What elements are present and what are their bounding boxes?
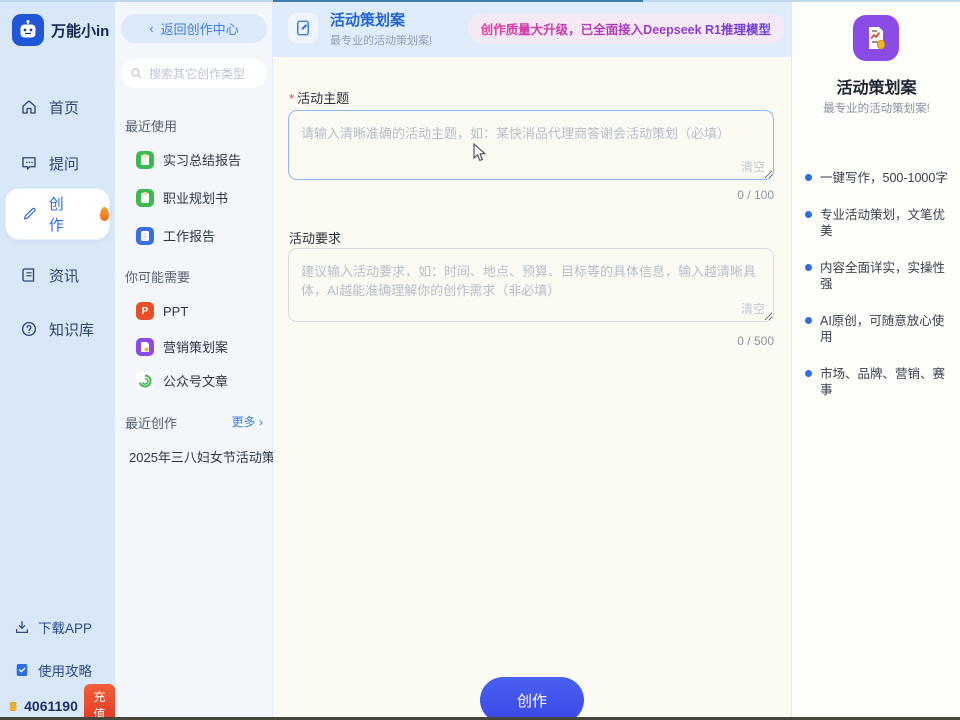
catalog-item-label: 职业规划书: [163, 191, 229, 206]
brand-name: 万能小in: [51, 22, 110, 40]
page-title: 活动策划案: [330, 12, 406, 29]
create-button[interactable]: 创作: [480, 677, 584, 720]
sidebar-item-ask[interactable]: 提问: [0, 146, 115, 180]
download-label: 下载APP: [38, 621, 93, 636]
topic-clear-button[interactable]: 清空: [741, 158, 765, 175]
deepseek-badge: 创作质量大升级，已全面接入Deepseek R1推理模型: [467, 13, 784, 44]
requirement-clear-button[interactable]: 清空: [741, 300, 765, 317]
info-sidebar: 活动策划案 最专业的活动策划案! 一键写作，500-1000字 专业活动策划，文…: [791, 0, 960, 720]
catalog-item-label: 实习总结报告: [163, 153, 242, 168]
knowledge-icon: [21, 321, 37, 337]
requirement-textarea[interactable]: [288, 248, 774, 322]
page-subtitle: 最专业的活动策划案!: [330, 35, 433, 47]
credits-row: 4061190 充值: [0, 684, 115, 720]
main-header: 活动策划案 最专业的活动策划案! 创作质量大升级，已全面接入Deepseek R…: [273, 0, 791, 57]
sidebar-item-news[interactable]: 资讯: [0, 258, 115, 292]
marketing-doc-icon: [136, 337, 154, 356]
flame-icon: [99, 207, 109, 221]
feature-item: AI原创，可随意放心使用: [805, 313, 953, 345]
aside-subtitle: 最专业的活动策划案!: [823, 103, 930, 115]
feature-list: 一键写作，500-1000字 专业活动策划，文笔优美 内容全面详实，实操性强 A…: [805, 170, 953, 419]
search-box[interactable]: [121, 59, 267, 88]
main-panel: 活动策划案 最专业的活动策划案! 创作质量大升级，已全面接入Deepseek R…: [273, 0, 791, 720]
bullet-dot-icon: [805, 211, 812, 218]
sidebar-item-knowledge[interactable]: 知识库: [0, 312, 115, 346]
catalog-item-marketing-plan[interactable]: 营销策划案: [136, 337, 228, 356]
wechat-official-icon: [136, 371, 154, 390]
plan-icon: [136, 188, 154, 207]
catalog-item-career-plan[interactable]: 职业规划书: [136, 188, 228, 207]
search-input[interactable]: [149, 66, 259, 81]
recharge-button[interactable]: 充值: [83, 684, 115, 720]
catalog-item-label: 公众号文章: [163, 374, 229, 389]
bullet-dot-icon: [805, 317, 812, 324]
topic-counter: 0 / 100: [737, 188, 774, 202]
back-chevron-icon: ‹: [149, 21, 154, 36]
activity-plan-icon: [853, 15, 899, 61]
catalog-item-label: 工作报告: [163, 229, 216, 244]
doc-pencil-icon: [288, 13, 318, 43]
chat-icon: [22, 157, 36, 170]
ppt-icon: P: [136, 302, 154, 320]
bullet-dot-icon: [805, 370, 812, 377]
download-app-link[interactable]: 下载APP: [0, 612, 115, 642]
top-progress-line: [273, 0, 643, 2]
catalog-sidebar: ‹ 返回创作中心 最近使用 实习总结报告 职业规划书 工作报告 你可能需要 P …: [115, 0, 288, 720]
catalog-item-internship-report[interactable]: 实习总结报告: [136, 150, 241, 169]
sidebar-item-label: 首页: [49, 99, 80, 117]
feature-item: 市场、品牌、营销、赛事: [805, 366, 953, 398]
recent-section-title: 最近使用: [125, 119, 178, 134]
work-report-icon: [136, 226, 154, 245]
aside-title: 活动策划案: [836, 80, 917, 97]
download-icon: [16, 621, 28, 633]
bullet-dot-icon: [805, 174, 812, 181]
sidebar-item-create[interactable]: 创作: [5, 188, 110, 240]
sidebar-item-home[interactable]: 首页: [0, 90, 115, 124]
deepseek-badge-text: 创作质量大升级，已全面接入Deepseek R1推理模型: [481, 19, 771, 38]
report-icon: [136, 150, 154, 169]
guide-book-icon: [16, 664, 28, 676]
suggest-section-title: 你可能需要: [125, 270, 191, 285]
topic-textarea[interactable]: [288, 110, 774, 180]
back-label: 返回创作中心: [160, 22, 239, 37]
home-icon: [22, 100, 36, 114]
catalog-item-work-report[interactable]: 工作报告: [136, 226, 215, 245]
feature-item: 专业活动策划，文笔优美: [805, 207, 953, 239]
feature-item: 一键写作，500-1000字: [805, 170, 953, 186]
bullet-dot-icon: [805, 264, 812, 271]
search-icon: [131, 68, 142, 79]
robot-logo-icon: [12, 14, 44, 46]
coins-icon: [9, 701, 17, 711]
more-link[interactable]: 更多 ›: [232, 413, 263, 430]
topic-label: * 活动主题: [289, 91, 350, 106]
sidebar-item-label: 资讯: [49, 267, 80, 285]
guide-link[interactable]: 使用攻略: [0, 655, 115, 685]
requirement-counter: 0 / 500: [737, 334, 774, 348]
catalog-item-wechat-article[interactable]: 公众号文章: [136, 371, 228, 390]
left-sidebar: 万能小in 首页 提问 创作 资讯 知识库 下载APP 使用攻略 4061190…: [0, 0, 115, 720]
brand[interactable]: 万能小in: [0, 0, 115, 46]
catalog-item-label: PPT: [163, 303, 189, 319]
catalog-item-ppt[interactable]: P PPT: [136, 302, 188, 320]
creations-section-title: 最近创作: [125, 416, 178, 431]
guide-label: 使用攻略: [38, 664, 92, 679]
required-mark: *: [289, 91, 295, 106]
recent-creation-item[interactable]: 2025年三八妇女节活动策划: [129, 447, 288, 466]
feature-item: 内容全面详实，实操性强: [805, 260, 953, 292]
requirement-label: 活动要求: [289, 231, 342, 246]
back-to-center-button[interactable]: ‹ 返回创作中心: [121, 14, 267, 43]
pencil-icon: [23, 207, 36, 220]
credits-balance: 4061190: [24, 698, 78, 714]
news-icon: [22, 268, 35, 282]
sidebar-item-label: 创作: [48, 196, 64, 234]
sidebar-item-label: 提问: [49, 155, 80, 173]
catalog-item-label: 营销策划案: [163, 340, 229, 355]
sidebar-item-label: 知识库: [49, 321, 95, 339]
